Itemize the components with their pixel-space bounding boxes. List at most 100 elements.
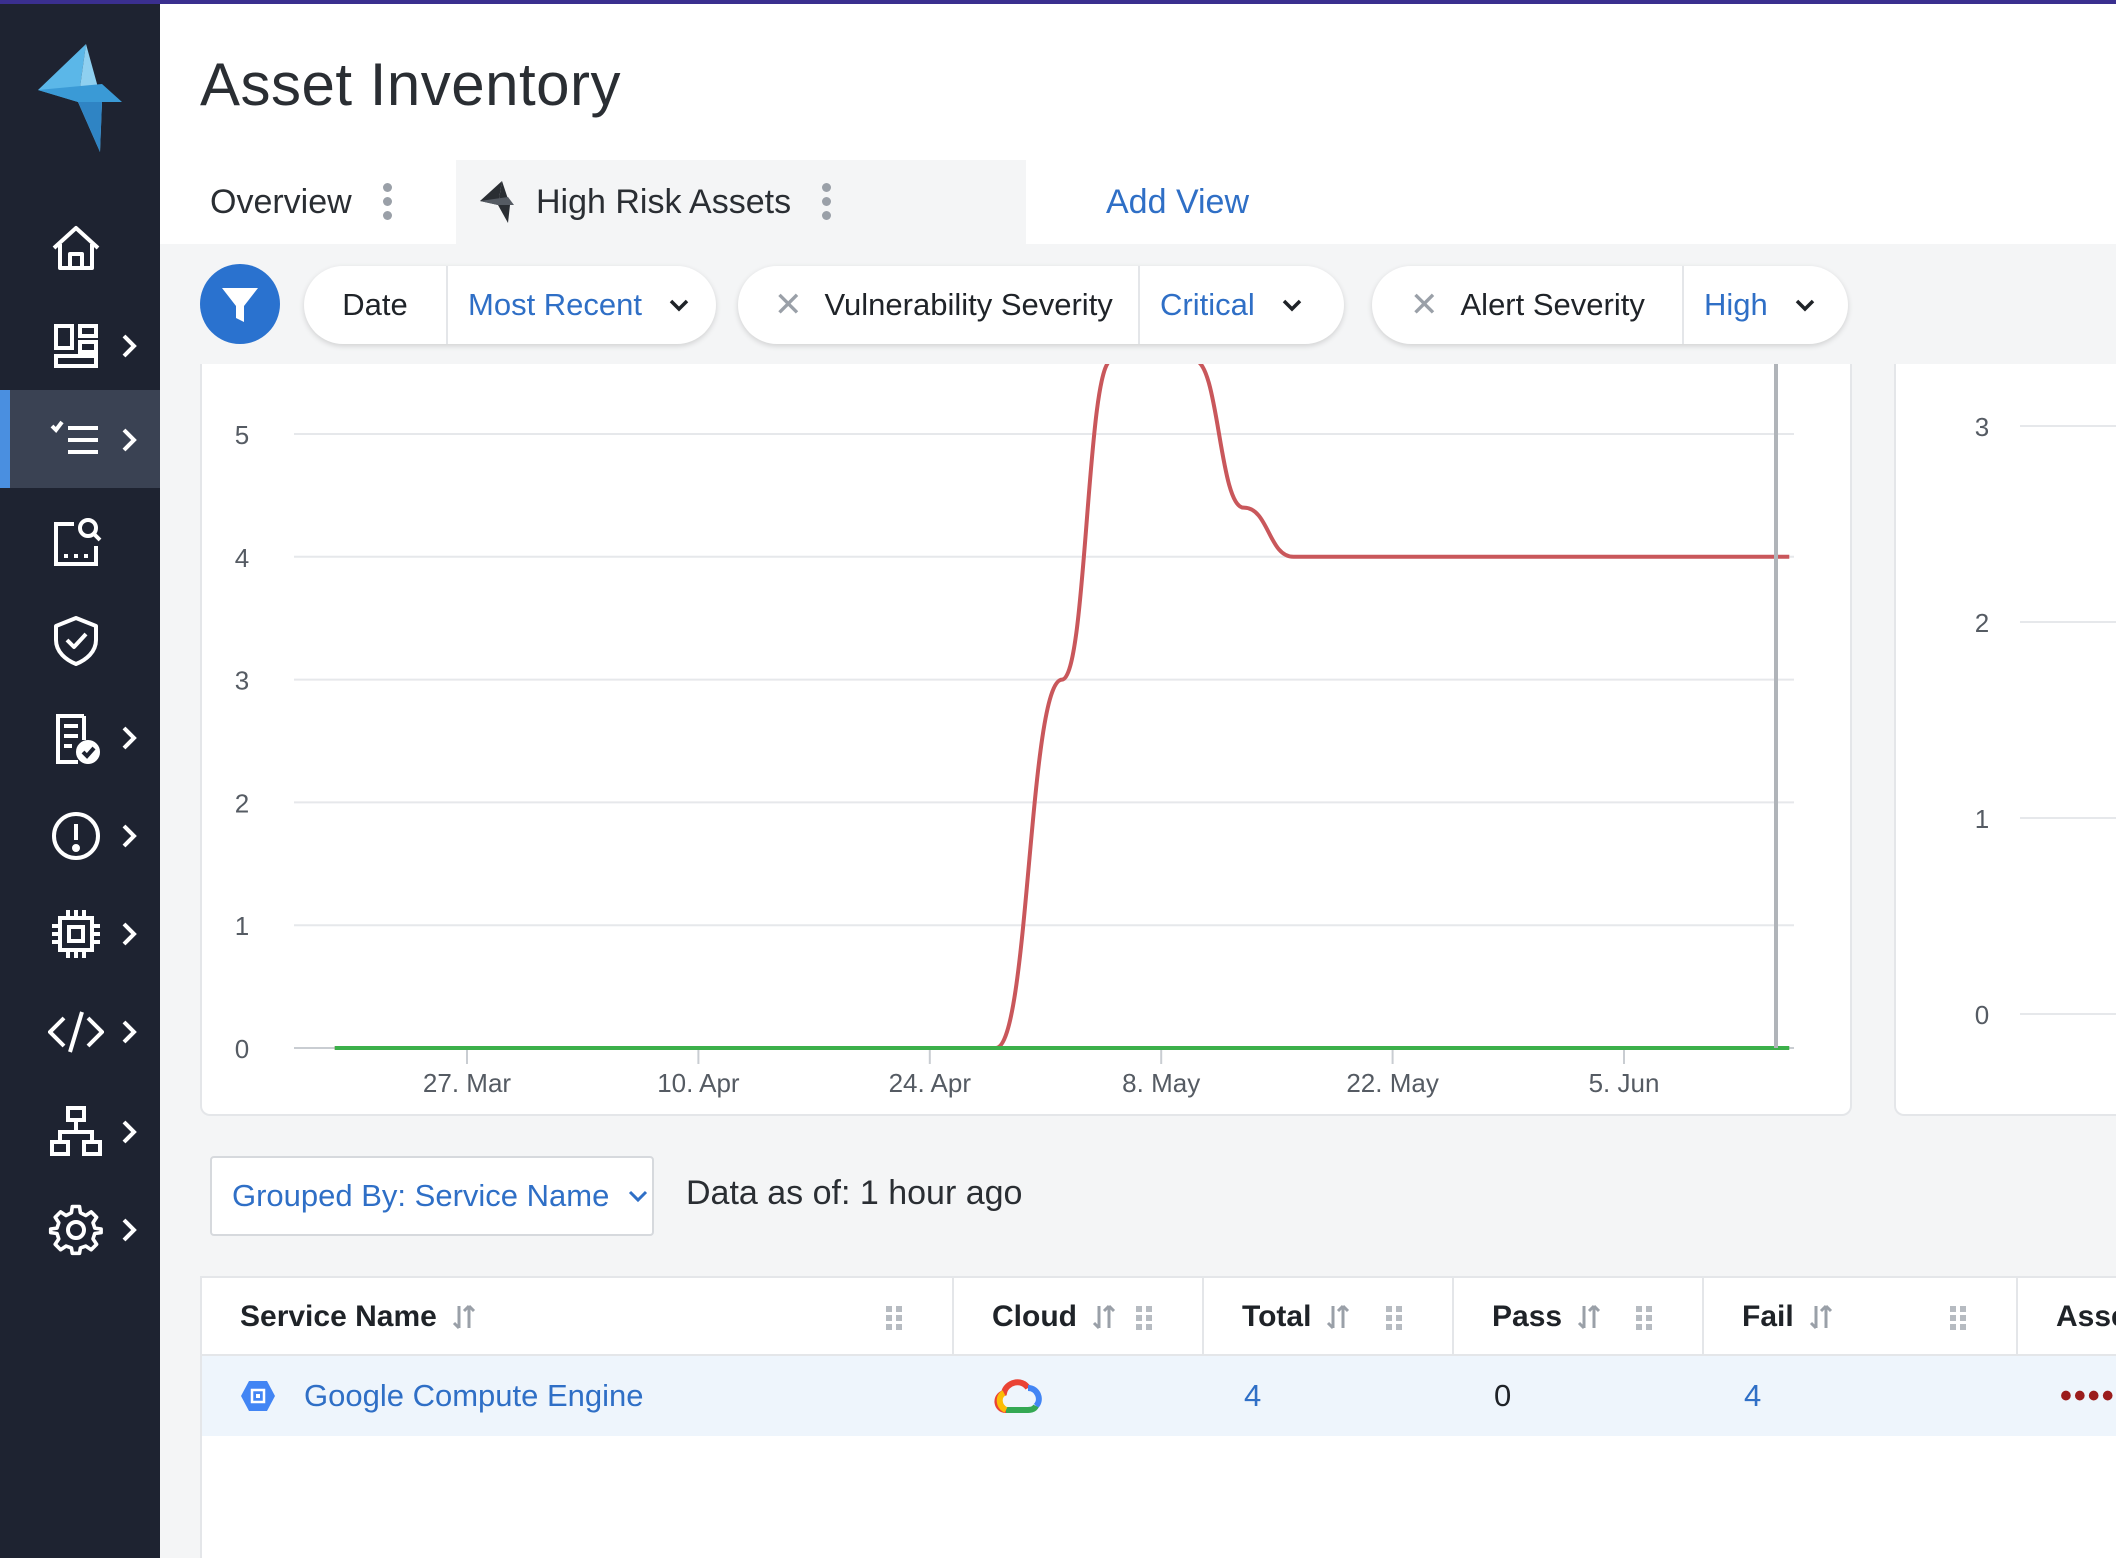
column-header-asset-label: Asse [2056,1300,2116,1333]
sort-icon[interactable] [1325,1302,1351,1332]
chevron-right-icon [122,428,137,452]
filter-button[interactable] [200,264,280,344]
y-tick-label: 1 [235,911,249,941]
column-drag-handle-icon[interactable] [884,1304,904,1332]
tab-overview[interactable]: Overview [210,160,392,244]
chevron-right-icon [122,1120,137,1144]
asset-risk-indicator: •••• [2060,1376,2116,1415]
chevron-right-icon [122,334,137,358]
column-drag-handle-icon[interactable] [1384,1304,1404,1332]
sidebar-item-dashboards[interactable] [0,296,160,394]
sort-icon[interactable] [1091,1302,1117,1332]
x-tick-label: 24. Apr [889,1068,972,1098]
remove-filter-icon[interactable]: ✕ [1410,285,1439,325]
filter-alert-value[interactable]: High [1684,266,1816,344]
y-tick-label: 4 [235,543,249,573]
total-cell[interactable]: 4 [1244,1356,1261,1436]
chevron-down-icon [629,1190,648,1203]
sidebar-item-compute[interactable] [0,884,160,982]
sidebar-item-home[interactable] [0,198,160,296]
sidebar-item-compliance[interactable] [0,688,160,786]
more-options-icon[interactable] [382,183,392,221]
chevron-down-icon [669,299,689,312]
sort-icon[interactable] [1576,1302,1602,1332]
filter-chip-alert-severity[interactable]: ✕ Alert Severity High [1372,266,1848,344]
column-header-fail[interactable]: Fail [1704,1278,2018,1356]
code-icon [48,1011,104,1053]
chevron-right-icon [122,1020,137,1044]
filter-date-value[interactable]: Most Recent [448,266,690,344]
app-logo-icon[interactable] [38,44,122,152]
home-icon [52,226,100,270]
secondary-line-chart: 0 1 2 3 [1975,412,2116,1030]
group-by-select[interactable]: Grouped By: Service Name [210,1156,654,1236]
column-drag-handle-icon[interactable] [1634,1304,1654,1332]
filter-date-value-text: Most Recent [468,287,643,322]
search-document-icon [54,518,102,566]
add-view-link[interactable]: Add View [1106,160,1249,244]
filter-chip-date[interactable]: Date Most Recent [304,266,716,344]
filter-date-label: Date [342,287,408,322]
sidebar-item-explorer[interactable] [0,492,160,590]
column-header-fail-label: Fail [1742,1300,1794,1333]
y-tick-label: 3 [235,666,249,696]
fail-cell[interactable]: 4 [1744,1356,1761,1436]
view-tabs: Overview High Risk Assets Add View [160,160,2116,244]
table-header: Service Name Cloud Total Pass Fail Asse [202,1276,2116,1356]
chevron-down-icon [1282,299,1301,312]
filter-vuln-label: Vulnerability Severity [824,287,1113,322]
group-by-label: Grouped By: Service Name [232,1178,610,1213]
filter-vuln-value[interactable]: Critical [1140,266,1303,344]
top-accent-line [0,0,2116,4]
sidebar [0,4,160,1558]
service-name-link[interactable]: Google Compute Engine [304,1378,644,1414]
column-header-service-name-label: Service Name [240,1300,437,1333]
column-header-asset[interactable]: Asse [2018,1278,2116,1356]
sidebar-item-code[interactable] [0,982,160,1080]
y-tick-label: 0 [235,1034,249,1064]
column-header-total-label: Total [1242,1300,1312,1333]
pass-cell: 0 [1494,1378,1512,1413]
chevron-right-icon [122,1218,137,1242]
sidebar-item-settings[interactable] [0,1180,160,1278]
column-header-service-name[interactable]: Service Name [202,1278,954,1356]
column-header-cloud[interactable]: Cloud [954,1278,1204,1356]
y-tick-label: 2 [235,788,249,818]
alert-icon [52,812,100,860]
column-header-pass[interactable]: Pass [1454,1278,1704,1356]
x-tick-label: 22. May [1346,1068,1439,1098]
remove-filter-icon[interactable]: ✕ [774,285,803,325]
assets-table: Service Name Cloud Total Pass Fail Asse [200,1276,2116,1558]
settings-icon [48,1204,103,1256]
y-tick-label: 0 [1975,1000,1989,1030]
table-row[interactable]: Google Compute Engine 4 0 4 •••• [202,1356,2116,1436]
column-header-cloud-label: Cloud [992,1300,1077,1333]
column-drag-handle-icon[interactable] [1948,1304,1968,1332]
network-icon [50,1106,102,1156]
filter-alert-value-text: High [1704,287,1768,322]
series-line-0 [334,364,1790,1051]
filter-vuln-label-group: ✕ Vulnerability Severity [738,266,1138,344]
sort-icon[interactable] [1808,1302,1834,1332]
chevron-right-icon [122,726,137,750]
column-header-pass-label: Pass [1492,1300,1563,1333]
shield-check-icon [54,616,98,666]
sidebar-item-network[interactable] [0,1082,160,1180]
compliance-report-icon [56,714,100,764]
data-freshness-text: Data as of: 1 hour ago [686,1174,1023,1212]
secondary-chart-card: 0 1 2 3 [1894,364,2116,1116]
page-title: Asset Inventory [200,51,622,118]
tab-high-risk-assets[interactable]: High Risk Assets [456,160,1026,244]
filter-chip-vulnerability-severity[interactable]: ✕ Vulnerability Severity Critical [738,266,1344,344]
sidebar-item-alerts[interactable] [0,786,160,884]
sort-icon[interactable] [451,1302,477,1332]
app-logo-icon [480,181,514,223]
trend-line-chart: 0 1 2 3 4 5 27. Mar 10. Apr 24. Apr 8. May 22. May… [235,364,1794,1098]
chevron-right-icon [122,922,137,946]
column-header-total[interactable]: Total [1204,1278,1454,1356]
column-drag-handle-icon[interactable] [1134,1304,1154,1332]
sidebar-item-inventory[interactable] [0,390,160,488]
more-options-icon[interactable] [821,183,832,221]
x-tick-label: 10. Apr [657,1068,740,1098]
sidebar-item-security[interactable] [0,590,160,688]
